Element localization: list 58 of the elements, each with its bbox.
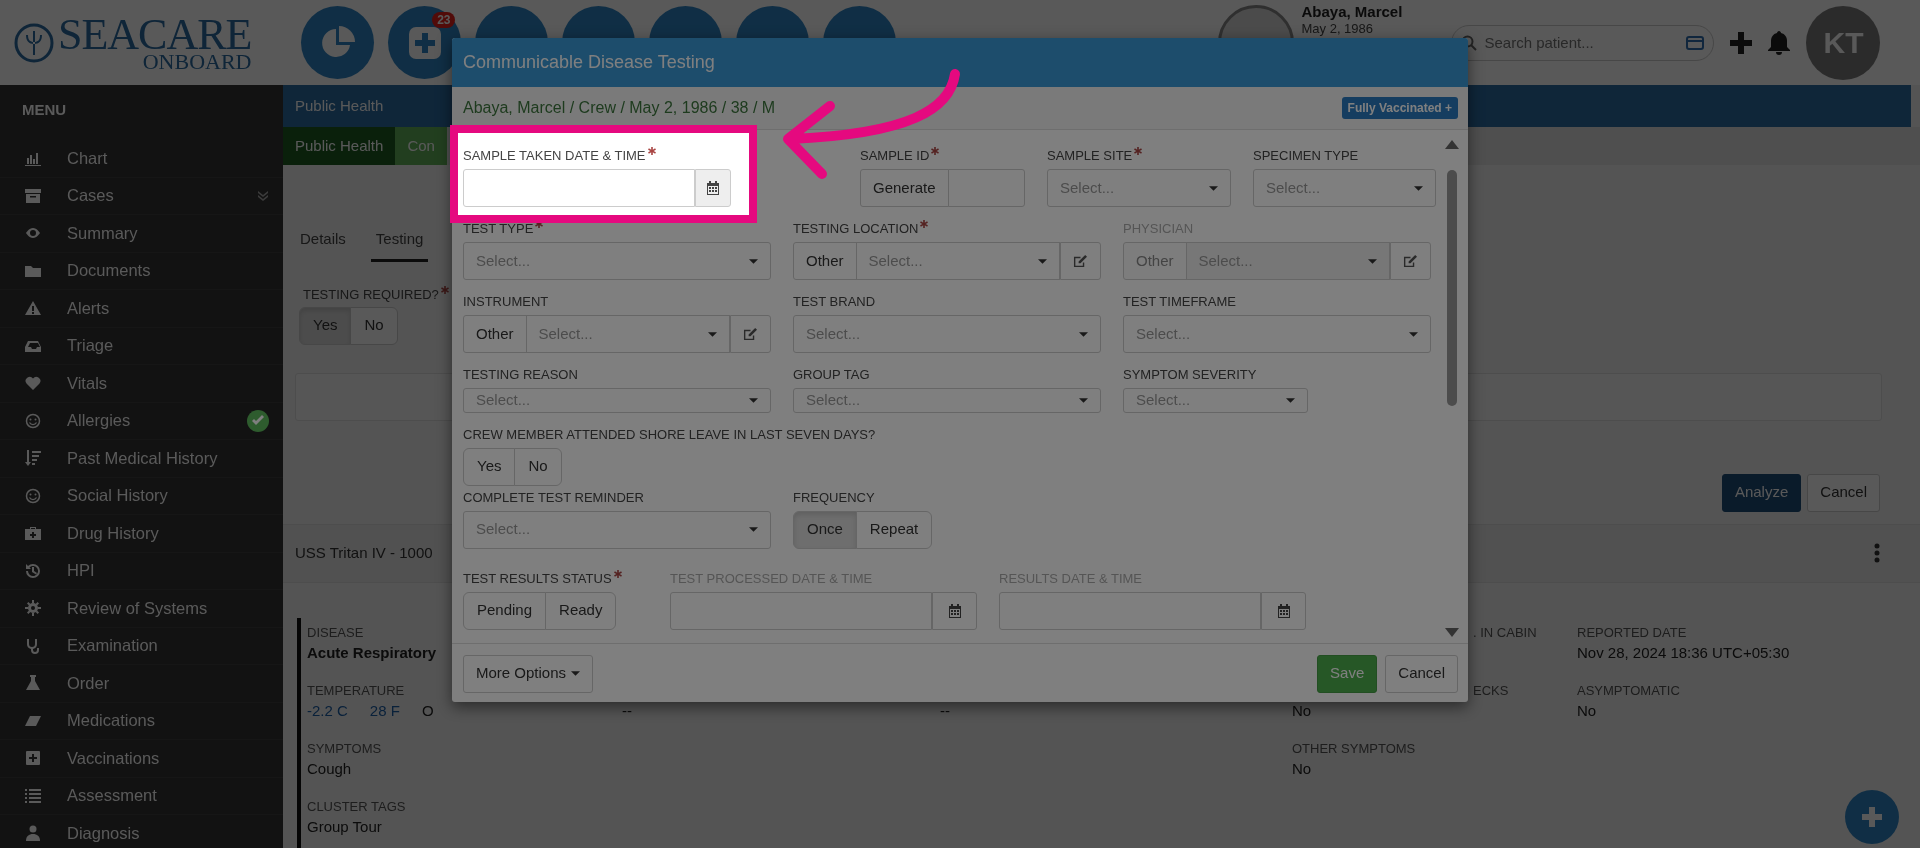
sidebar-item[interactable]: Chart <box>0 140 283 178</box>
field-label: SYMPTOM SEVERITY <box>1123 366 1257 383</box>
tab[interactable]: Testing <box>370 228 429 262</box>
field-value: -- <box>622 700 632 721</box>
section-title: USS Tritan IV - 1000 <box>295 542 433 563</box>
field-label: TEST TIMEFRAME <box>1123 293 1236 310</box>
field-value: No <box>1577 700 1597 721</box>
sidebar-item[interactable]: Cases <box>0 177 283 215</box>
field-label: INSTRUMENT <box>463 293 549 310</box>
field-label: SAMPLE TAKEN DATE & TIME <box>463 147 656 164</box>
required-icon <box>647 147 656 155</box>
field-label: SAMPLE SITE <box>1047 147 1143 164</box>
sidebar-item[interactable]: Review of Systems <box>0 590 283 628</box>
field-value: Group Tour <box>307 816 382 837</box>
sidebar-item[interactable]: Examination <box>0 627 283 665</box>
calendar-button[interactable] <box>695 169 731 207</box>
field-label: SPECIMEN TYPE <box>1253 147 1359 164</box>
sidebar-item[interactable]: Alerts <box>0 290 283 328</box>
sidebar-item[interactable]: Medications <box>0 702 283 740</box>
sidebar-item[interactable]: Allergies <box>0 402 283 440</box>
field-value: Acute Respiratory <box>307 642 437 663</box>
patient-dob: May 2, 1986 <box>1301 21 1375 36</box>
date-input[interactable] <box>463 169 695 207</box>
field-value: -- <box>940 700 950 721</box>
field-value: No <box>1292 758 1312 779</box>
patient-summary: Abaya, Marcel / Crew / May 2, 1986 / 38 / M <box>463 98 776 118</box>
field-label: COMPLETE TEST REMINDER <box>463 488 644 506</box>
field-label: TEST RESULTS STATUS <box>463 569 622 587</box>
sidebar-item[interactable]: Order <box>0 665 283 703</box>
logo-subtext: ONBOARD <box>142 50 252 73</box>
sidebar-item[interactable]: Triage <box>0 327 283 365</box>
field-value: O <box>421 700 434 721</box>
field-value: Nov 28, 2024 18:36 UTC+05:30 <box>1577 642 1790 663</box>
sidebar-item[interactable]: HPI <box>0 552 283 590</box>
field-value: No <box>1292 700 1312 721</box>
field-label: TESTING REASON <box>463 366 578 383</box>
field-label: GROUP TAG <box>793 366 870 383</box>
sidebar-item[interactable]: Past Medical History <box>0 440 283 478</box>
patient-name: Abaya, Marcel <box>1301 3 1404 21</box>
sidebar-item[interactable]: Assessment <box>0 777 283 815</box>
field-label: FREQUENCY <box>793 488 875 506</box>
menu-title: MENU <box>21 100 67 120</box>
field-label: CREW MEMBER ATTENDED SHORE LEAVE IN LAST SEVEN DAYS? <box>463 425 876 443</box>
sidebar-item[interactable]: Summary <box>0 215 283 253</box>
tab[interactable]: Details <box>295 228 351 262</box>
sidebar-item[interactable]: Social History <box>0 477 283 515</box>
calendar-icon <box>706 181 720 195</box>
sidebar-item[interactable]: Drug History <box>0 515 283 553</box>
field-label: TESTING LOCATION <box>793 220 929 237</box>
field-value: Cough <box>307 758 352 779</box>
field-label: TEST TYPE <box>463 220 544 237</box>
sidebar-item[interactable]: Diagnosis <box>0 815 283 848</box>
field-label: TESTING REQUIRED? <box>303 285 449 303</box>
sidebar-item[interactable]: Vitals <box>0 365 283 403</box>
sidebar-item[interactable]: Vaccinations <box>0 740 283 778</box>
sidebar-item[interactable]: Documents <box>0 252 283 290</box>
field-label: TEST BRAND <box>793 293 876 310</box>
field-label: SAMPLE ID <box>860 147 940 164</box>
